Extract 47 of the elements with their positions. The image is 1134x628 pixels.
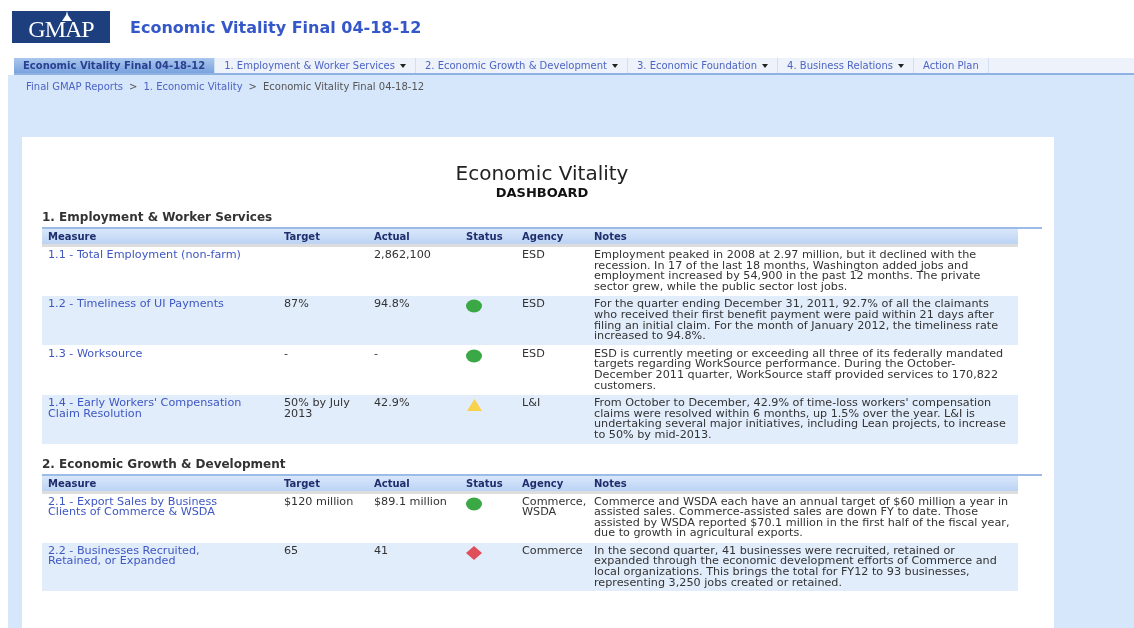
table-cell: In the second quarter, 41 businesses were recruited, retained or expanded through the economic development efforts of Commerce and local organizations. This brings the total for FY12 to 93 businesses, representing 3,250 jobs created or retained. — [588, 542, 1018, 593]
nav-tab[interactable]: Economic Vitality Final 04-18-12 — [14, 58, 216, 73]
table-cell: ESD — [516, 296, 588, 346]
table-cell: From October to December, 42.9% of time-loss workers' compensation claims were resolved within 6 months, up 1.5% over the year. L&I is undertaking several major initiatives, including Lean projects, to increase to 50% by mid-2013. — [588, 395, 1018, 445]
column-header: Status — [460, 475, 516, 494]
nav-tab[interactable]: Action Plan — [914, 58, 989, 73]
section-heading: 1. Employment & Worker Services — [42, 210, 274, 224]
table-cell: Commerce — [516, 542, 588, 593]
table-cell: L&I — [516, 395, 588, 445]
column-header: Notes — [588, 475, 1018, 494]
table-cell: 87% — [278, 296, 368, 346]
column-header: Agency — [516, 229, 588, 247]
column-header: Target — [278, 229, 368, 247]
breadcrumb-link[interactable]: 1. Economic Vitality — [143, 81, 243, 137]
table-cell: 65 — [278, 542, 368, 593]
column-header: Agency — [516, 475, 588, 494]
table-cell: 94.8% — [368, 296, 460, 346]
table-cell: 41 — [368, 542, 460, 593]
column-header: Actual — [368, 475, 460, 494]
page-title: Economic Vitality Final 04-18-12 — [130, 17, 422, 37]
table-cell: 50% by July 2013 — [278, 395, 368, 445]
breadcrumb-text: > — [248, 81, 257, 94]
table-cell: For the quarter ending December 31, 2011, 92.7% of all the claimants who received their first benefit payment were paid within 21 days after filing an initial claim. For the month of January 2012, the timeliness rate increased to 94.8%. — [588, 296, 1018, 346]
measure-link[interactable]: 2.2 - Businesses Recruited, Retained, or Expanded — [48, 545, 272, 568]
nav-tab[interactable]: 4. Business Relations — [778, 58, 914, 73]
breadcrumb-link[interactable]: Final GMAP Reports — [26, 81, 123, 137]
breadcrumb-text: Economic Vitality Final 04-18-12 — [262, 81, 425, 94]
column-header: Target — [278, 475, 368, 494]
breadcrumb-text: > — [129, 81, 138, 94]
dashboard-subtitle: DASHBOARD — [494, 185, 590, 200]
table-cell: 42.9% — [368, 395, 460, 445]
column-header: Measure — [42, 229, 278, 247]
column-header: Measure — [42, 475, 278, 494]
measure-link[interactable]: 1.1 - Total Employment (non-farm) — [48, 250, 272, 261]
column-header: Notes — [588, 229, 1018, 247]
column-header: Actual — [368, 229, 460, 247]
section-heading: 2. Economic Growth & Development — [42, 456, 287, 471]
nav-tab[interactable]: 1. Employment & Worker Services — [215, 58, 416, 73]
nav-tab[interactable]: 3. Economic Foundation — [627, 58, 779, 73]
measure-link[interactable]: 2.1 - Export Sales by Business Clients of Commerce & WSDA — [48, 496, 272, 518]
nav-tab[interactable]: 2. Economic Growth & Development — [415, 58, 628, 73]
measure-link[interactable]: 1.4 - Early Workers' Compensation Claim Resolution — [48, 398, 272, 420]
dashboard-title: Economic Vitality — [454, 161, 630, 185]
column-header: Status — [460, 229, 516, 247]
logo[interactable]: GMAP — [12, 11, 110, 43]
measure-link[interactable]: 1.2 - Timeliness of UI Payments — [48, 299, 272, 310]
measure-link[interactable]: 1.3 - Worksource — [48, 348, 272, 360]
